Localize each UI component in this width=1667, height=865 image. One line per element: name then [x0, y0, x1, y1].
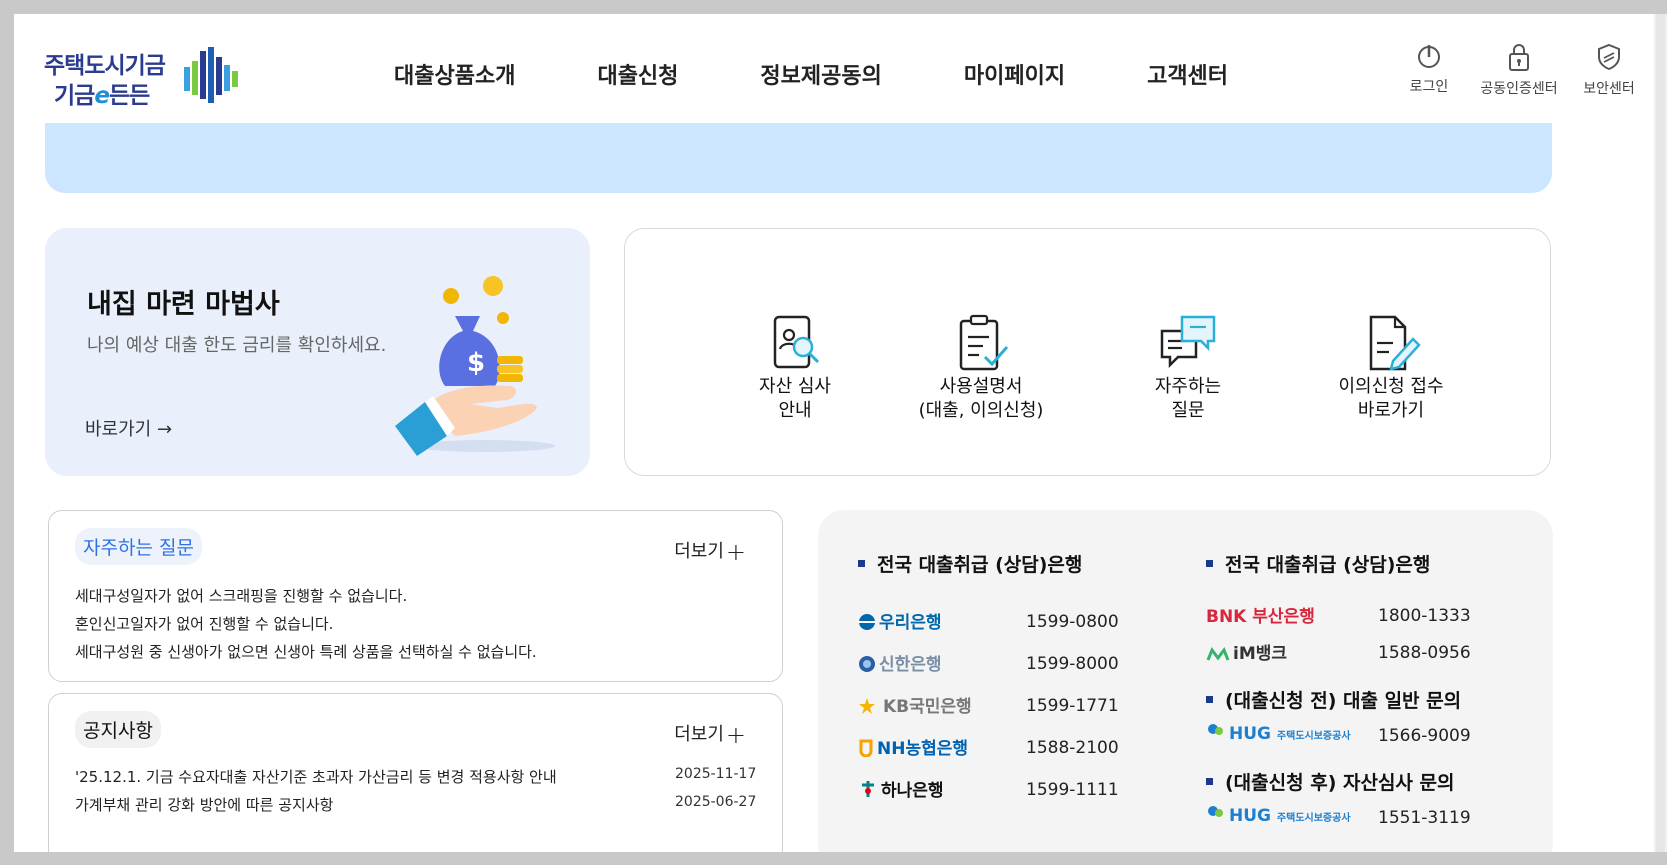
quick-user-manual-line2: (대출, 이의신청) — [918, 400, 1044, 421]
hug-after-phone: 1551-3119 — [1378, 808, 1471, 828]
notice-item[interactable]: '25.12.1. 기금 수요자대출 자산기준 초과자 가산금리 등 변경 적용… — [75, 766, 757, 794]
hug-logo: HUG 주택도시보증공사 — [1206, 722, 1351, 744]
certificate-center-label: 공동인증센터 — [1480, 81, 1558, 97]
bank-heading-right: 전국 대출취급 (상담)은행 — [1206, 550, 1430, 577]
notice-title: 공지사항 — [75, 711, 161, 748]
quick-menu: 자산 심사 안내 사용설명서 (대출, 이의신청) 자주하는 질문 이의신청 접… — [624, 228, 1551, 476]
faq-title: 자주하는 질문 — [75, 528, 202, 565]
wizard-go-link[interactable]: 바로가기 → — [85, 415, 172, 441]
faq-item[interactable]: 세대구성일자가 없어 스크래핑을 진행할 수 없습니다. — [75, 585, 537, 613]
wizard-subtitle: 나의 예상 대출 한도 금리를 확인하세요. — [87, 335, 387, 356]
security-center-label: 보안센터 — [1583, 81, 1635, 97]
hug-logo-icon — [1208, 724, 1223, 735]
bank-heading-left: 전국 대출취급 (상담)은행 — [858, 550, 1082, 577]
faq-item[interactable]: 혼인신고일자가 없어 진행할 수 없습니다. — [75, 613, 537, 641]
quick-user-manual-line1: 사용설명서 — [939, 376, 1023, 397]
nav-customer-center[interactable]: 고객센터 — [1147, 58, 1228, 90]
clipboard-check-icon — [959, 314, 1009, 371]
kb-star-icon — [859, 698, 875, 714]
plus-icon: + — [725, 538, 746, 566]
hana-logo-icon — [862, 781, 874, 797]
wizard-title: 내집 마련 마법사 — [87, 289, 280, 320]
bank-contact-panel: 전국 대출취급 (상담)은행 우리은행 1599-0800 신한은행 1599-… — [818, 510, 1553, 852]
quick-faq-line1: 자주하는 — [1154, 376, 1222, 397]
shield-icon — [1598, 43, 1620, 71]
hug-before-phone: 1566-9009 — [1378, 726, 1471, 746]
lock-icon — [1509, 44, 1529, 71]
quick-objection-line2: 바로가기 — [1357, 400, 1425, 421]
faq-more-button[interactable]: 더보기+ — [674, 537, 746, 566]
notice-item-title: '25.12.1. 기금 수요자대출 자산기준 초과자 가산금리 등 변경 적용… — [75, 768, 557, 786]
power-icon — [1418, 45, 1440, 68]
quick-asset-review-line1: 자산 심사 — [759, 376, 831, 397]
site-logo[interactable]: 주택도시기금 기금e든든 — [44, 34, 244, 109]
quick-faq-line2: 질문 — [1171, 400, 1205, 421]
main-nav: 대출상품소개 대출신청 정보제공동의 마이페이지 고객센터 — [394, 58, 1310, 90]
hug-logo-icon — [1208, 806, 1223, 817]
nh-bank-logo: NH농협은행 — [858, 734, 968, 759]
quick-asset-review[interactable]: 자산 심사 안내 — [705, 313, 885, 423]
hana-phone: 1599-1111 — [1026, 780, 1119, 800]
im-logo-icon — [1206, 646, 1230, 661]
login-button[interactable]: 로그인 — [1384, 42, 1474, 98]
page-viewport: 주택도시기금 기금e든든 대출상품소개 대출신청 정보제공동의 마이페이지 고객… — [14, 14, 1654, 852]
certificate-center-button[interactable]: 공동인증센터 — [1474, 42, 1564, 98]
kb-phone: 1599-1771 — [1026, 696, 1119, 716]
quick-faq[interactable]: 자주하는 질문 — [1098, 313, 1278, 423]
woori-logo-icon — [859, 614, 875, 630]
nav-mypage[interactable]: 마이페이지 — [964, 58, 1065, 90]
money-bag-hand-icon: $ — [395, 276, 555, 456]
plus-icon: + — [725, 721, 746, 749]
nh-phone: 1588-2100 — [1026, 738, 1119, 758]
vertical-scrollbar[interactable] — [1654, 14, 1667, 852]
kb-bank-logo: KB국민은행 — [858, 692, 972, 717]
quick-asset-review-line2: 안내 — [778, 400, 812, 421]
quick-objection-line1: 이의신청 접수 — [1338, 376, 1444, 397]
faq-item[interactable]: 세대구성원 중 신생아가 없으면 신생아 특례 상품을 선택하실 수 없습니다. — [75, 641, 537, 669]
notice-item-date: 2025-06-27 — [675, 794, 757, 810]
login-label: 로그인 — [1409, 79, 1449, 95]
shinhan-bank-logo: 신한은행 — [858, 650, 942, 675]
bnk-phone: 1800-1333 — [1378, 606, 1471, 626]
notice-panel: 공지사항 더보기+ '25.12.1. 기금 수요자대출 자산기준 초과자 가산… — [48, 693, 783, 852]
notice-item-title: 가계부채 관리 강화 방안에 따른 공지사항 — [75, 796, 334, 814]
faq-list: 세대구성일자가 없어 스크래핑을 진행할 수 없습니다. 혼인신고일자가 없어 … — [75, 585, 537, 669]
home-wizard-card[interactable]: 내집 마련 마법사 나의 예상 대출 한도 금리를 확인하세요. 바로가기 → … — [45, 228, 590, 476]
svg-text:$: $ — [467, 348, 485, 378]
bank-heading-after: (대출신청 후) 자산심사 문의 — [1206, 768, 1455, 795]
shinhan-phone: 1599-8000 — [1026, 654, 1119, 674]
quick-user-manual[interactable]: 사용설명서 (대출, 이의신청) — [891, 313, 1071, 423]
bnk-bank-logo: BNK 부산은행 — [1206, 607, 1315, 627]
document-search-icon — [773, 315, 820, 369]
hana-bank-logo: 하나은행 — [858, 776, 944, 801]
utility-menu: 로그인 공동인증센터 보안센터 — [1384, 42, 1654, 98]
notice-item-date: 2025-11-17 — [675, 766, 757, 782]
scrollbar-thumb[interactable] — [1656, 14, 1665, 852]
nav-loan-products[interactable]: 대출상품소개 — [394, 58, 515, 90]
woori-bank-logo: 우리은행 — [858, 608, 942, 633]
faq-panel: 자주하는 질문 더보기+ 세대구성일자가 없어 스크래핑을 진행할 수 없습니다… — [48, 510, 783, 682]
logo-text-line1: 주택도시기금 — [44, 53, 166, 79]
nav-info-consent[interactable]: 정보제공동의 — [760, 58, 881, 90]
notice-list: '25.12.1. 기금 수요자대출 자산기준 초과자 가산금리 등 변경 적용… — [75, 766, 757, 822]
logo-bars-icon — [184, 47, 238, 103]
notice-more-button[interactable]: 더보기+ — [674, 720, 746, 749]
im-phone: 1588-0956 — [1378, 643, 1471, 663]
logo-text-line2: 기금e든든 — [54, 83, 150, 109]
document-pen-icon — [1369, 315, 1421, 371]
shinhan-logo-icon — [859, 656, 875, 672]
nh-logo-icon — [859, 739, 873, 757]
woori-phone: 1599-0800 — [1026, 612, 1119, 632]
nav-loan-apply[interactable]: 대출신청 — [597, 58, 678, 90]
top-banner — [45, 123, 1552, 193]
im-bank-logo: iM뱅크 — [1206, 639, 1287, 664]
security-center-button[interactable]: 보안센터 — [1564, 42, 1654, 98]
bank-heading-before: (대출신청 전) 대출 일반 문의 — [1206, 686, 1461, 713]
hug-logo: HUG 주택도시보증공사 — [1206, 804, 1351, 826]
quick-objection[interactable]: 이의신청 접수 바로가기 — [1301, 313, 1481, 423]
notice-item[interactable]: 가계부채 관리 강화 방안에 따른 공지사항 2025-06-27 — [75, 794, 757, 822]
chat-bubbles-icon — [1160, 315, 1216, 369]
